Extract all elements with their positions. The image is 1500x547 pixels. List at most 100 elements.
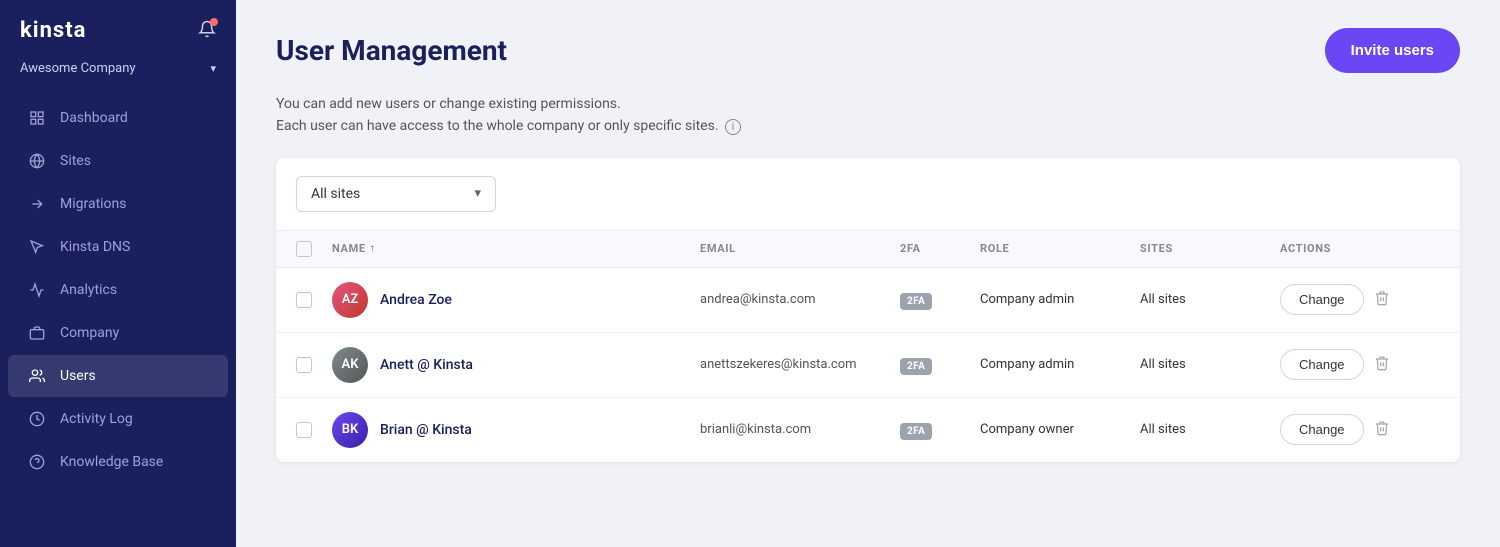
role-cell: Company admin — [980, 292, 1140, 307]
col-header-checkbox — [296, 241, 332, 257]
sidebar-item-users[interactable]: Users — [8, 355, 228, 397]
change-button[interactable]: Change — [1280, 284, 1364, 315]
sidebar-item-sites-label: Sites — [60, 153, 91, 169]
twofa-cell: 2FA — [900, 419, 980, 440]
users-table-panel: All sites ▾ NAME ↑ EMAIL 2FA ROLE SITES … — [276, 158, 1460, 462]
page-description: You can add new users or change existing… — [236, 93, 1500, 158]
col-header-actions: ACTIONS — [1280, 241, 1440, 257]
table-row: AK Anett @ Kinsta anettszekeres@kinsta.c… — [276, 333, 1460, 398]
user-cell: AZ Andrea Zoe — [332, 282, 700, 318]
page-title: User Management — [276, 34, 507, 67]
change-button[interactable]: Change — [1280, 414, 1364, 445]
sidebar: kinsta Awesome Company ▾ Dashboard Sites — [0, 0, 236, 547]
info-icon: i — [725, 119, 741, 135]
select-all-checkbox[interactable] — [296, 241, 312, 257]
dns-icon — [28, 238, 46, 256]
change-button[interactable]: Change — [1280, 349, 1364, 380]
table-body: AZ Andrea Zoe andrea@kinsta.com 2FA Comp… — [276, 268, 1460, 462]
twofa-badge: 2FA — [900, 358, 932, 375]
col-header-email: EMAIL — [700, 241, 900, 257]
sidebar-item-analytics[interactable]: Analytics — [8, 269, 228, 311]
migrations-icon — [28, 195, 46, 213]
email-cell: andrea@kinsta.com — [700, 292, 900, 307]
sidebar-item-kinsta-dns-label: Kinsta DNS — [60, 239, 130, 255]
sidebar-item-knowledge-base[interactable]: Knowledge Base — [8, 441, 228, 483]
filter-bar: All sites ▾ — [276, 158, 1460, 231]
user-name: Andrea Zoe — [380, 292, 452, 308]
row-checkbox[interactable] — [296, 292, 312, 308]
sidebar-item-company-label: Company — [60, 325, 119, 341]
sidebar-item-dashboard[interactable]: Dashboard — [8, 97, 228, 139]
kinsta-logo: kinsta — [20, 18, 86, 43]
sites-cell: All sites — [1140, 357, 1280, 372]
invite-users-button[interactable]: Invite users — [1325, 28, 1460, 73]
user-name: Anett @ Kinsta — [380, 357, 473, 373]
notifications-bell[interactable] — [198, 20, 216, 42]
sidebar-item-users-label: Users — [60, 368, 96, 384]
row-checkbox[interactable] — [296, 357, 312, 373]
sites-filter-select[interactable]: All sites ▾ — [296, 176, 496, 212]
select-chevron-icon: ▾ — [474, 186, 481, 201]
delete-icon[interactable] — [1374, 355, 1390, 375]
user-cell: AK Anett @ Kinsta — [332, 347, 700, 383]
col-header-name[interactable]: NAME ↑ — [332, 241, 700, 257]
col-header-2fa: 2FA — [900, 241, 980, 257]
top-bar: User Management Invite users — [236, 0, 1500, 93]
twofa-cell: 2FA — [900, 354, 980, 375]
sites-filter-label: All sites — [311, 186, 360, 202]
company-selector[interactable]: Awesome Company ▾ — [0, 55, 236, 92]
table-row: BK Brian @ Kinsta brianli@kinsta.com 2FA… — [276, 398, 1460, 462]
sites-cell: All sites — [1140, 422, 1280, 437]
sidebar-item-analytics-label: Analytics — [60, 282, 117, 298]
sidebar-item-dashboard-label: Dashboard — [60, 110, 128, 126]
table-row: AZ Andrea Zoe andrea@kinsta.com 2FA Comp… — [276, 268, 1460, 333]
sidebar-item-knowledge-base-label: Knowledge Base — [60, 454, 163, 470]
role-cell: Company admin — [980, 357, 1140, 372]
delete-icon[interactable] — [1374, 420, 1390, 440]
user-name: Brian @ Kinsta — [380, 422, 472, 438]
company-icon — [28, 324, 46, 342]
twofa-cell: 2FA — [900, 289, 980, 310]
sites-icon — [28, 152, 46, 170]
row-checkbox-cell — [296, 357, 332, 373]
col-header-role: ROLE — [980, 241, 1140, 257]
user-cell: BK Brian @ Kinsta — [332, 412, 700, 448]
row-checkbox[interactable] — [296, 422, 312, 438]
company-name: Awesome Company — [20, 61, 206, 76]
nav-items: Dashboard Sites Migrations Kinsta DNS An — [0, 92, 236, 547]
main-content: User Management Invite users You can add… — [236, 0, 1500, 547]
email-cell: brianli@kinsta.com — [700, 422, 900, 437]
actions-cell: Change — [1280, 414, 1440, 445]
row-checkbox-cell — [296, 422, 332, 438]
sidebar-item-activity-log[interactable]: Activity Log — [8, 398, 228, 440]
email-cell: anettszekeres@kinsta.com — [700, 357, 900, 372]
sidebar-item-migrations[interactable]: Migrations — [8, 183, 228, 225]
table-header: NAME ↑ EMAIL 2FA ROLE SITES ACTIONS — [276, 231, 1460, 268]
users-icon — [28, 367, 46, 385]
chevron-down-icon: ▾ — [210, 62, 216, 75]
col-header-sites: SITES — [1140, 241, 1280, 257]
sidebar-header: kinsta — [0, 0, 236, 55]
description-line1: You can add new users or change existing… — [276, 93, 1460, 115]
actions-cell: Change — [1280, 349, 1440, 380]
delete-icon[interactable] — [1374, 290, 1390, 310]
sidebar-item-activity-log-label: Activity Log — [60, 411, 133, 427]
notification-dot — [210, 18, 218, 26]
row-checkbox-cell — [296, 292, 332, 308]
avatar: AZ — [332, 282, 368, 318]
knowledge-base-icon — [28, 453, 46, 471]
dashboard-icon — [28, 109, 46, 127]
activity-log-icon — [28, 410, 46, 428]
twofa-badge: 2FA — [900, 293, 932, 310]
sidebar-item-company[interactable]: Company — [8, 312, 228, 354]
analytics-icon — [28, 281, 46, 299]
sidebar-item-sites[interactable]: Sites — [8, 140, 228, 182]
avatar: AK — [332, 347, 368, 383]
sidebar-item-migrations-label: Migrations — [60, 196, 127, 212]
description-line2: Each user can have access to the whole c… — [276, 115, 1460, 137]
sites-cell: All sites — [1140, 292, 1280, 307]
avatar: BK — [332, 412, 368, 448]
sort-arrow-icon: ↑ — [370, 243, 376, 254]
sidebar-item-kinsta-dns[interactable]: Kinsta DNS — [8, 226, 228, 268]
role-cell: Company owner — [980, 422, 1140, 437]
